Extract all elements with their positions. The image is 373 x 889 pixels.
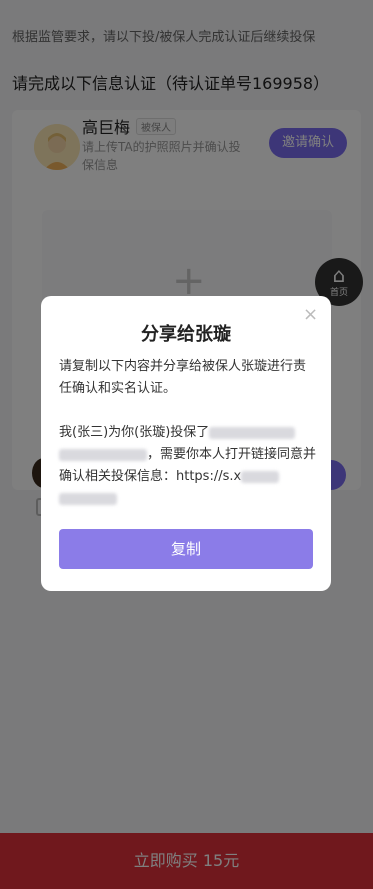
share-modal: 分享给张璇 × 请复制以下内容并分享给被保人张璇进行责任确认和实名认证。 我(张… (41, 296, 331, 591)
redacted-product (209, 426, 296, 439)
redacted-text (59, 448, 147, 461)
copy-button[interactable]: 复制 (59, 529, 313, 569)
redacted-url (241, 470, 280, 483)
redacted-url-tail (59, 492, 117, 505)
close-icon[interactable]: × (303, 304, 318, 325)
modal-body: 请复制以下内容并分享给被保人张璇进行责任确认和实名认证。 我(张三)为你(张璇)… (59, 356, 317, 510)
modal-title: 分享给张璇 (141, 324, 231, 345)
modal-intro: 请复制以下内容并分享给被保人张璇进行责任确认和实名认证。 (59, 359, 307, 396)
message-part1: 我(张三)为你(张璇)投保了 (59, 425, 210, 440)
share-message: 我(张三)为你(张璇)投保了 ，需要你本人打开链接同意并确认相关投保信息：htt… (59, 422, 317, 510)
